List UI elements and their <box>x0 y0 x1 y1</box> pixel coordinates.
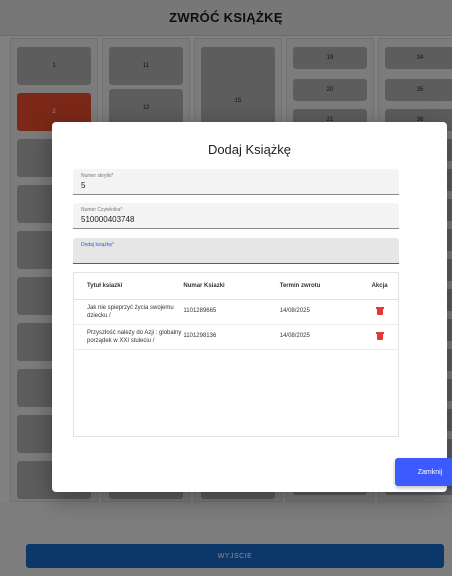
due-date: 14/08/2025 <box>279 333 310 339</box>
book-title: Przyszłość należy do Azji : globalny por… <box>87 330 182 344</box>
book-title: Jak nie spieprzyć życia swojemu dziecku … <box>87 305 174 319</box>
close-button[interactable]: Zamknij <box>395 458 452 486</box>
header-title: Tytuł ksiazki <box>87 283 123 289</box>
reader-number-label: Numer Czytelnika* <box>81 207 123 213</box>
table-row: Przyszłość należy do Azji : globalny por… <box>74 325 398 350</box>
add-book-dialog: Dodaj Książkę Numer skrytki* 5 Numer Czy… <box>52 122 452 492</box>
dialog-title: Dodaj Książkę <box>207 142 292 157</box>
trash-icon[interactable] <box>375 332 384 340</box>
book-number: 1101289665 <box>183 308 217 314</box>
header-action: Akcja <box>371 283 388 289</box>
add-book-label: Dodaj książkę* <box>81 242 115 248</box>
add-book-field[interactable]: Dodaj książkę* <box>73 238 399 264</box>
books-table: Tytuł ksiazki Numar Ksiazki Termin zwrot… <box>73 272 399 437</box>
reader-number-field[interactable]: Numer Czytelnika* 510000403748 <box>73 203 399 229</box>
action-cell <box>361 329 398 340</box>
header-number: Numar Ksiazki <box>183 283 225 289</box>
locker-number-field[interactable]: Numer skrytki* 5 <box>73 169 399 195</box>
action-cell <box>361 304 398 315</box>
locker-number-label: Numer skrytki* <box>81 173 114 179</box>
reader-number-value: 510000403748 <box>81 215 135 224</box>
add-book-input[interactable] <box>81 250 381 259</box>
due-date: 14/08/2025 <box>279 308 310 314</box>
locker-number-value: 5 <box>81 181 86 190</box>
header-due-date: Termin zwrotu <box>279 283 321 289</box>
table-row: Jak nie spieprzyć życia swojemu dziecku … <box>74 300 398 325</box>
book-number: 1101298136 <box>183 333 217 339</box>
table-header: Tytuł ksiazki Numar Ksiazki Termin zwrot… <box>74 273 398 300</box>
trash-icon[interactable] <box>375 307 384 315</box>
